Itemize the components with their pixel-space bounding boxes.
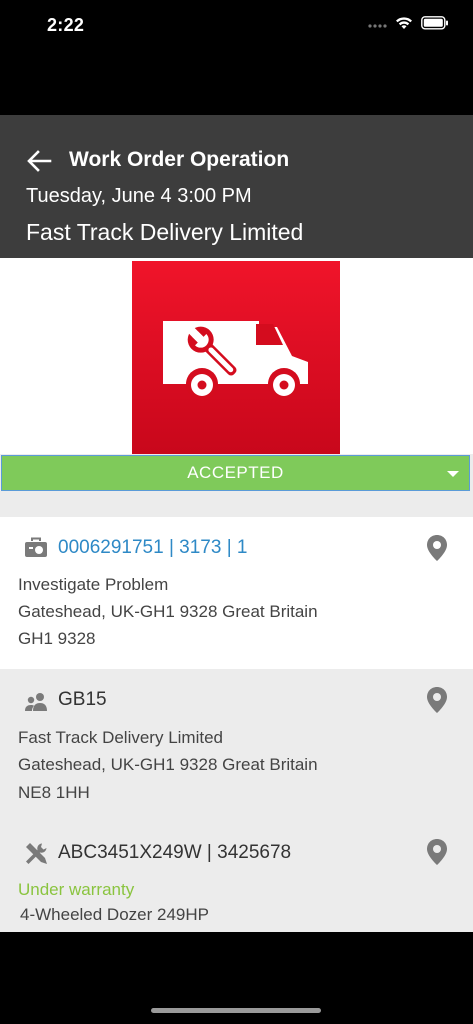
toolbox-icon — [25, 537, 47, 557]
map-pin-icon[interactable] — [425, 686, 449, 714]
equipment-card[interactable]: ABC3451X249W | 3425678 Under warranty 4-… — [0, 819, 473, 932]
chevron-down-icon — [447, 471, 459, 477]
hero-section — [0, 258, 473, 454]
warranty-status: Under warranty — [18, 880, 135, 899]
customer-postcode: NE8 1HH — [18, 783, 90, 802]
customer-name: Fast Track Delivery Limited — [18, 728, 223, 747]
map-pin-icon[interactable] — [425, 838, 449, 866]
customer-card[interactable]: GB15 Fast Track Delivery Limited Gateshe… — [0, 669, 473, 819]
map-pin-icon[interactable] — [425, 534, 449, 562]
work-order-address: Gateshead, UK-GH1 9328 Great Britain — [18, 602, 318, 621]
equipment-id: ABC3451X249W | 3425678 — [58, 842, 292, 863]
service-van-wrench-icon — [163, 321, 308, 400]
page-title: Work Order Operation — [69, 148, 290, 171]
equipment-model: 4-Wheeled Dozer 249HP — [20, 905, 209, 924]
customer-code: GB15 — [58, 689, 107, 710]
customer-address: Gateshead, UK-GH1 9328 Great Britain — [18, 755, 318, 774]
status-bar: 2:22 — [0, 0, 473, 54]
battery-icon — [421, 16, 448, 30]
status-time: 2:22 — [47, 15, 85, 35]
content-area: ACCEPTED 0006291751 | 3173 | 1 Investiga… — [0, 258, 473, 932]
work-order-card[interactable]: 0006291751 | 3173 | 1 Investigate Proble… — [0, 517, 473, 669]
status-dropdown-value: ACCEPTED — [187, 463, 284, 482]
status-dropdown[interactable]: ACCEPTED — [1, 455, 470, 491]
signal-icon — [368, 24, 387, 28]
header-company: Fast Track Delivery Limited — [26, 219, 304, 245]
header-date: Tuesday, June 4 3:00 PM — [26, 185, 252, 207]
arrow-left-icon[interactable] — [24, 146, 54, 176]
wifi-icon — [396, 17, 412, 29]
tools-icon — [26, 843, 47, 864]
work-order-postcode: GH1 9328 — [18, 629, 96, 648]
home-indicator — [151, 1008, 321, 1013]
work-order-reference[interactable]: 0006291751 | 3173 | 1 — [58, 537, 248, 559]
hero-image — [132, 261, 340, 454]
work-order-description: Investigate Problem — [18, 575, 169, 594]
status-icons — [367, 16, 449, 30]
people-icon — [25, 693, 47, 711]
